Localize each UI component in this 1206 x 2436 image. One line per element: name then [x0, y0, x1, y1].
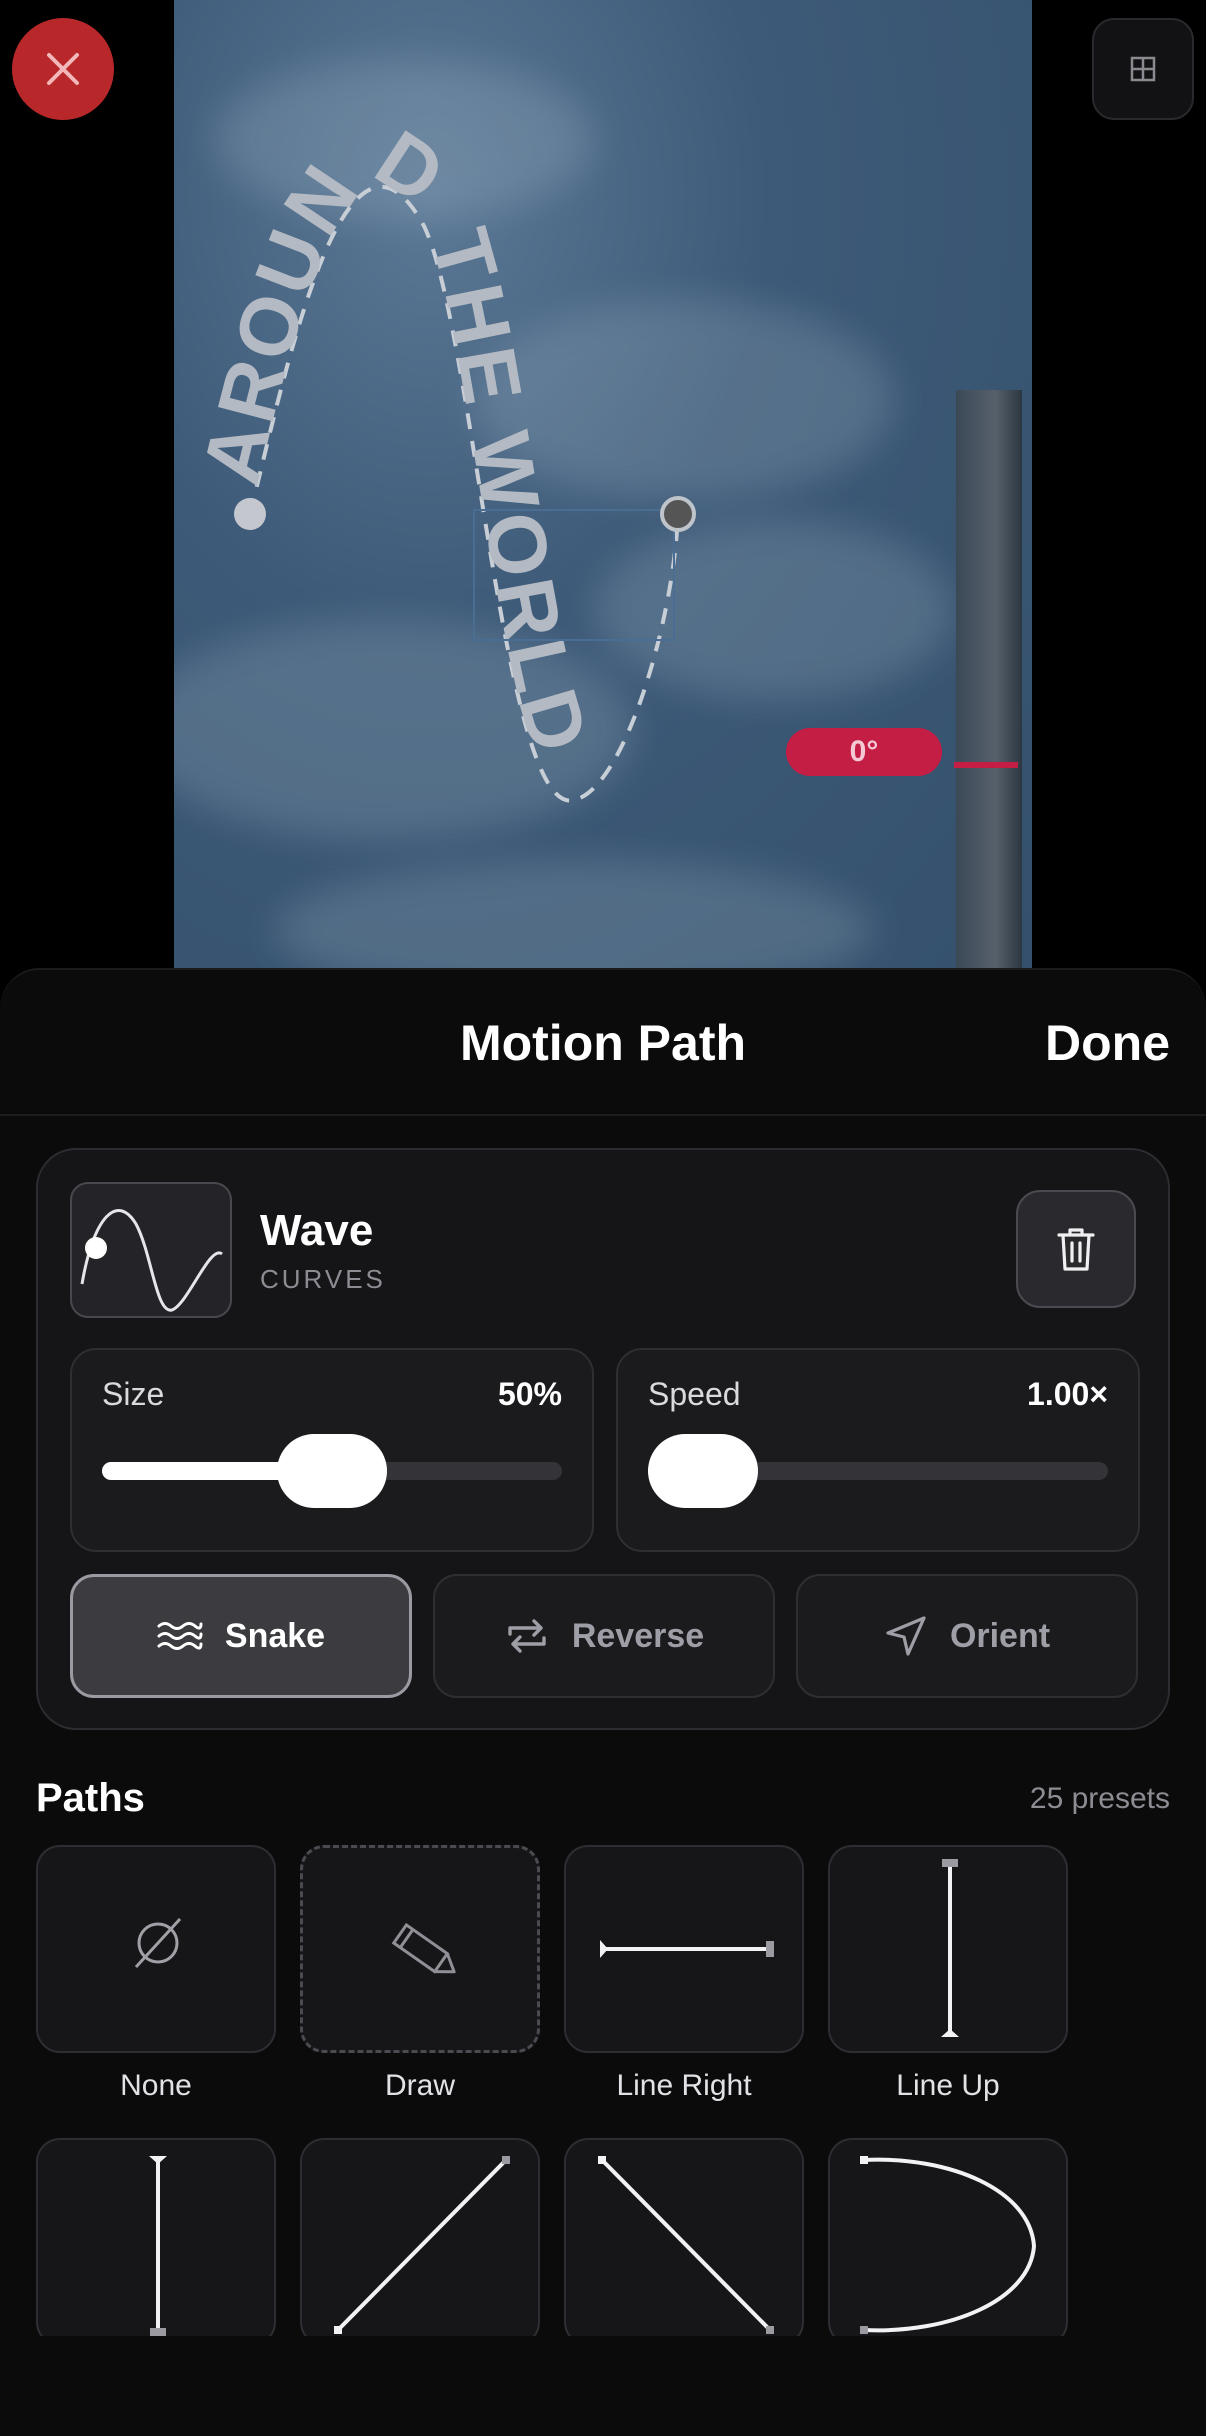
size-label: Size [102, 1376, 165, 1412]
diagonal-up-icon [334, 2156, 510, 2334]
done-button[interactable]: Done [1045, 1014, 1170, 1072]
paths-count: 25 presets [1029, 1782, 1170, 1815]
orient-label: Orient [949, 1616, 1051, 1655]
line-down-icon [149, 2156, 167, 2336]
path-label-line-up: Line Up [896, 2069, 1000, 2102]
snake-toggle[interactable]: Snake [70, 1574, 412, 1698]
diagonal-down-icon [598, 2156, 774, 2334]
speed-slider[interactable]: Speed 1.00× [616, 1348, 1140, 1552]
reverse-label: Reverse [571, 1616, 705, 1655]
sheet-title: Motion Path [459, 1015, 747, 1071]
grid-button[interactable] [1092, 18, 1194, 120]
path-preset-diagonal-down[interactable] [564, 2138, 804, 2346]
line-right-icon [600, 1940, 774, 1958]
canvas-area: AROUND THE WORLD 34 0° [0, 0, 1206, 968]
preset-name: Wave [260, 1206, 374, 1255]
orient-toggle[interactable]: Orient [796, 1574, 1138, 1698]
motion-path-sheet: Motion Path Done Wave CURVES Size 50% Sp… [0, 968, 1206, 2436]
reverse-toggle[interactable]: Reverse [433, 1574, 775, 1698]
paths-section-title: Paths [36, 1776, 145, 1820]
path-preset-none[interactable] [36, 1845, 276, 2053]
path-preset-diagonal-up[interactable] [300, 2138, 540, 2346]
sheet-header: Motion Path Done [0, 970, 1206, 1116]
speed-slider-thumb[interactable] [648, 1434, 758, 1508]
path-text: AROUND THE WORLD [186, 114, 603, 766]
size-slider-thumb[interactable] [277, 1434, 387, 1508]
wave-preview-icon [80, 1209, 223, 1312]
speed-label: Speed [648, 1376, 741, 1412]
repeat-icon [508, 1619, 546, 1653]
waves-icon [157, 1622, 203, 1650]
path-preset-line-up[interactable] [828, 1845, 1068, 2053]
speed-value: 1.00× [1027, 1376, 1108, 1412]
photo-canvas[interactable]: AROUND THE WORLD 34 [174, 0, 1032, 968]
pencil-icon [391, 1922, 456, 1974]
path-preset-draw[interactable] [300, 1845, 540, 2053]
delete-button[interactable] [1016, 1190, 1136, 1308]
angle-indicator-line [954, 762, 1018, 768]
trash-icon [1057, 1228, 1095, 1271]
preset-category: CURVES [260, 1264, 386, 1294]
preset-thumbnail[interactable] [70, 1182, 232, 1318]
arc-icon [860, 2156, 1037, 2334]
path-preset-arc[interactable] [828, 2138, 1068, 2346]
path-label-draw: Draw [384, 2069, 455, 2102]
empty-set-icon [134, 1917, 182, 1969]
grid-icon [1130, 56, 1156, 82]
path-label-none: None [120, 2069, 192, 2102]
line-up-icon [941, 1859, 959, 2037]
path-preset-line-right[interactable] [564, 1845, 804, 2053]
navigation-arrow-icon [886, 1616, 926, 1656]
size-track[interactable] [102, 1434, 562, 1508]
size-value: 50% [497, 1376, 562, 1412]
snake-label: Snake [224, 1616, 326, 1655]
size-slider[interactable]: Size 50% [70, 1348, 594, 1552]
path-start-handle [234, 498, 266, 530]
path-preset-line-down[interactable] [36, 2138, 276, 2346]
sheet-bottom-fade [0, 2336, 1206, 2436]
path-label-line-right: Line Right [616, 2069, 752, 2102]
svg-text:AROUND THE WORLD: AROUND THE WORLD [186, 114, 607, 766]
speed-track[interactable] [648, 1434, 1108, 1508]
motion-path[interactable]: AROUND THE WORLD [174, 0, 1032, 968]
angle-badge[interactable]: 0° [786, 728, 942, 776]
preset-settings-card: Wave CURVES Size 50% Speed 1.00× Snake R… [36, 1148, 1170, 1730]
path-end-handle [660, 496, 696, 532]
close-icon [47, 53, 79, 85]
close-button[interactable] [12, 18, 114, 120]
